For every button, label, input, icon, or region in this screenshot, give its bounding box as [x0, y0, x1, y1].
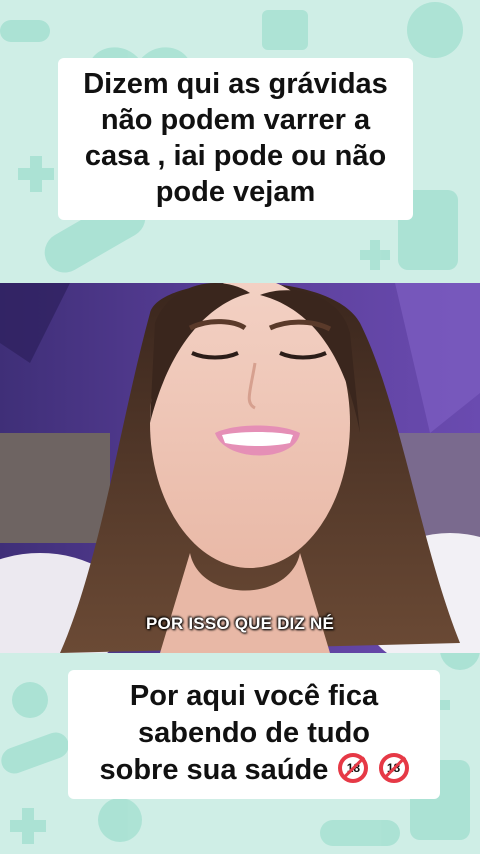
video-still [0, 283, 480, 653]
bottom-caption-line: sabendo de tudo [138, 717, 370, 749]
bottom-caption-line-with-emoji: sobre sua saúde 18 18 [72, 752, 436, 789]
top-caption-line: casa , iai pode ou não [84, 140, 387, 172]
bottom-caption-line: Por aqui você fica [129, 680, 379, 712]
top-caption-line: pode vejam [155, 176, 316, 208]
no-under-18-icon: 18 [338, 753, 369, 783]
top-caption-line: não podem varrer a [100, 104, 371, 136]
bottom-caption-text: sobre sua saúde [99, 754, 329, 786]
video-frame[interactable]: POR ISSO QUE DIZ NÉ [0, 283, 480, 653]
top-caption: Dizem qui as grávidas não podem varrer a… [58, 58, 413, 220]
bottom-caption: Por aqui você fica sabendo de tudo sobre… [68, 670, 440, 799]
top-caption-line: Dizem qui as grávidas [83, 68, 388, 100]
no-under-18-icon: 18 [378, 753, 409, 783]
video-subtitle: POR ISSO QUE DIZ NÉ [146, 614, 334, 633]
